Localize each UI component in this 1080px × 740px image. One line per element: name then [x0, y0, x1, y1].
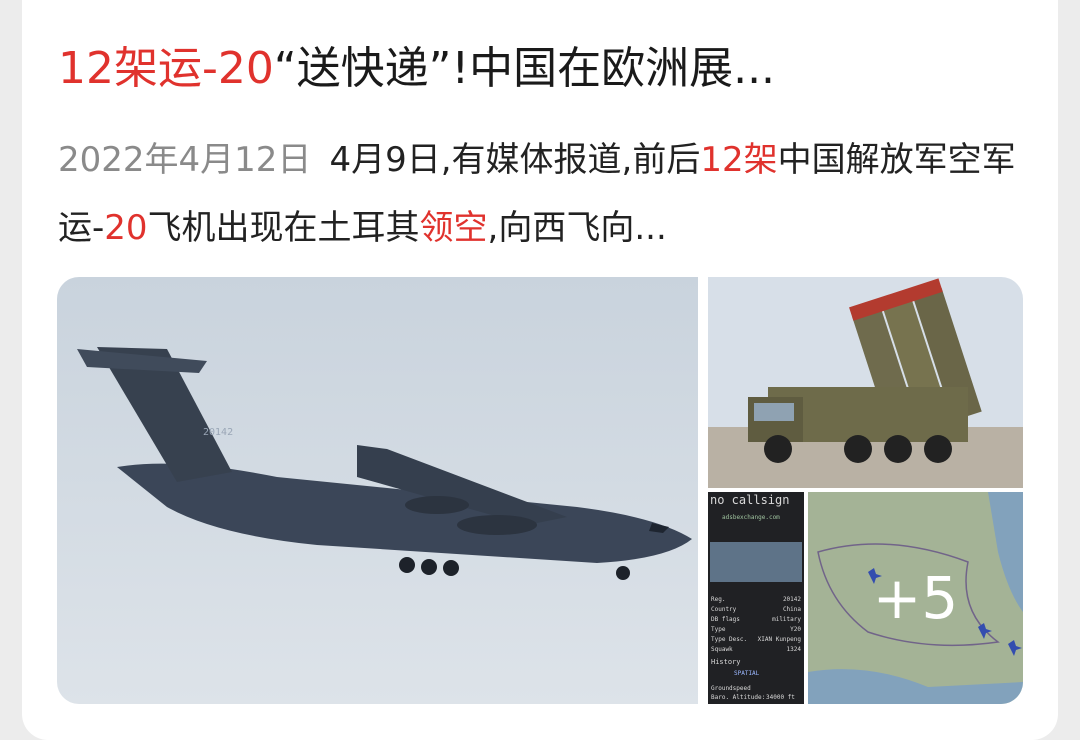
cargo-plane-photo-icon: [57, 277, 698, 704]
snippet-text: 4月9日,有媒体报道,前后: [329, 140, 701, 180]
snippet-text: 飞机出现在土耳其: [147, 208, 420, 248]
tracker-row-value: XIAN Kunpeng: [757, 636, 801, 643]
tracker-row-label: Type Desc.: [711, 636, 748, 643]
tracker-footer2-value: 34000 ft: [766, 694, 795, 701]
side-image-launcher[interactable]: [708, 277, 1023, 488]
tracker-row-label: DB flags: [711, 616, 740, 623]
tracker-row-label: Type: [711, 626, 726, 633]
publish-date: 2022年4月12日: [58, 140, 312, 180]
article-title[interactable]: 12架运-20“送快递”!中国在欧洲展...: [58, 30, 1018, 108]
tracker-row-value: China: [782, 606, 801, 613]
tracker-row-value: military: [772, 616, 801, 623]
tracker-row-value: 1324: [786, 646, 801, 653]
tracker-row-label: Reg.: [711, 596, 726, 603]
title-highlight: 12架运-20: [58, 43, 274, 94]
tracker-photo-icon: [710, 542, 802, 582]
tracker-footer1: Groundspeed: [711, 685, 751, 692]
tracker-header: no callsign: [710, 493, 790, 507]
article-snippet: 2022年4月12日 4月9日,有媒体报道,前后12架中国解放军空军运-20飞机出…: [58, 126, 1018, 262]
tail-number: 20142: [203, 427, 234, 438]
tracker-button: SPATIAL: [734, 670, 760, 677]
tracker-site: adsbexchange.com: [722, 514, 780, 521]
snippet-highlight: 领空: [419, 208, 488, 248]
tracker-section: History: [711, 658, 741, 666]
search-result-card[interactable]: 12架运-20“送快递”!中国在欧洲展... 2022年4月12日 4月9日,有媒…: [22, 0, 1058, 740]
tracker-footer2: Baro. Altitude:: [711, 694, 766, 701]
side-image-flight-tracker[interactable]: no callsign adsbexchange.com Reg. 20142 Co…: [708, 492, 804, 704]
tracker-row-label: Squawk: [711, 646, 733, 653]
missile-launcher-truck-photo-icon: [708, 277, 1023, 488]
more-images-count: +5: [808, 492, 1023, 704]
title-rest: “送快递”!中国在欧洲展...: [273, 43, 776, 94]
side-image-map[interactable]: +5: [808, 492, 1023, 704]
tracker-row-value: Y20: [790, 626, 801, 633]
tracker-row-value: 20142: [782, 596, 801, 603]
tracker-row-label: Country: [711, 606, 737, 613]
snippet-highlight: 20: [104, 208, 148, 248]
main-image-plane[interactable]: 20142: [57, 277, 698, 704]
snippet-text: ,向西飞向...: [487, 208, 667, 248]
snippet-highlight: 12架: [700, 140, 778, 180]
